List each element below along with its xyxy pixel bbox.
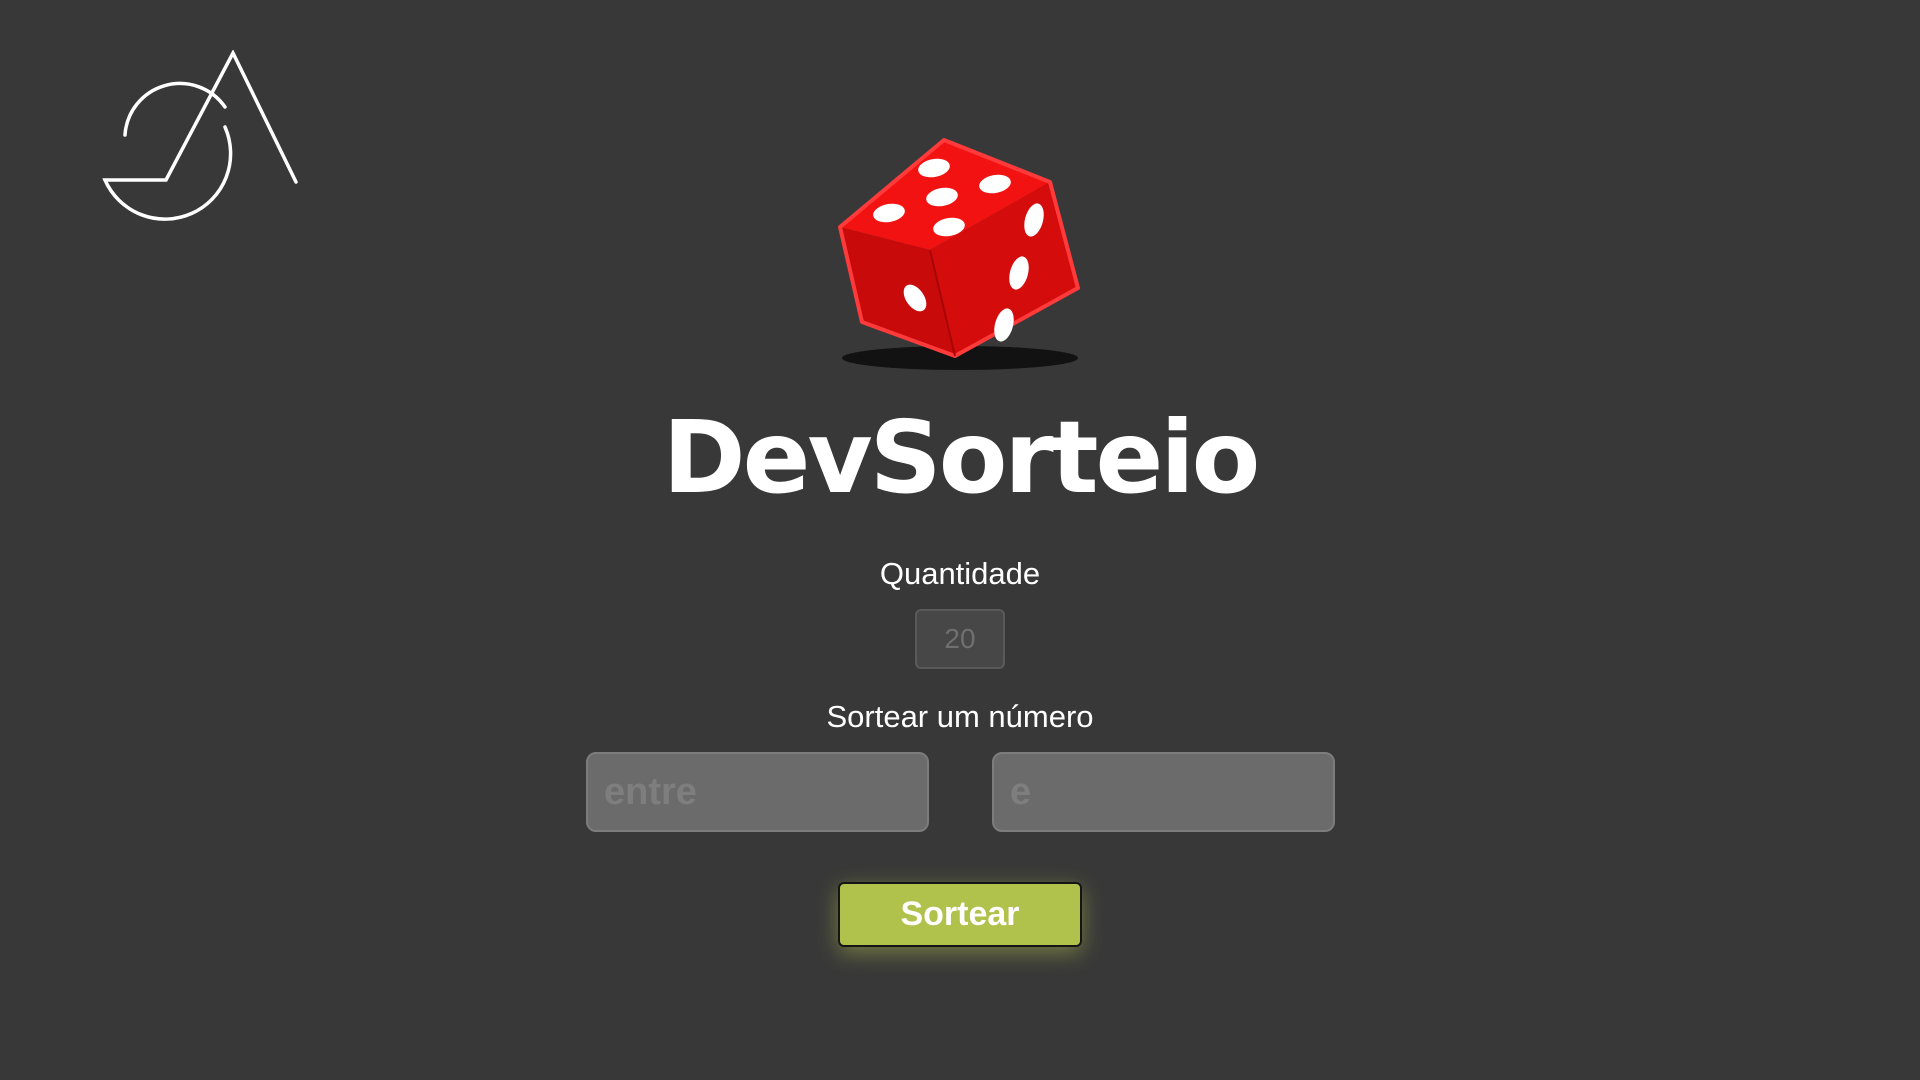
dice-icon <box>838 138 1080 370</box>
ga-logo-icon <box>102 50 298 221</box>
quantity-label: Quantidade <box>879 556 1041 591</box>
range-from-input[interactable] <box>586 752 929 832</box>
app-title: DevSorteio <box>662 399 1261 516</box>
page: DevSorteio Quantidade Sortear um número … <box>0 0 1920 1080</box>
quantity-input[interactable] <box>915 609 1005 669</box>
draw-button[interactable]: Sortear <box>838 882 1082 947</box>
range-label: Sortear um número <box>826 699 1094 734</box>
range-to-input[interactable] <box>992 752 1335 832</box>
